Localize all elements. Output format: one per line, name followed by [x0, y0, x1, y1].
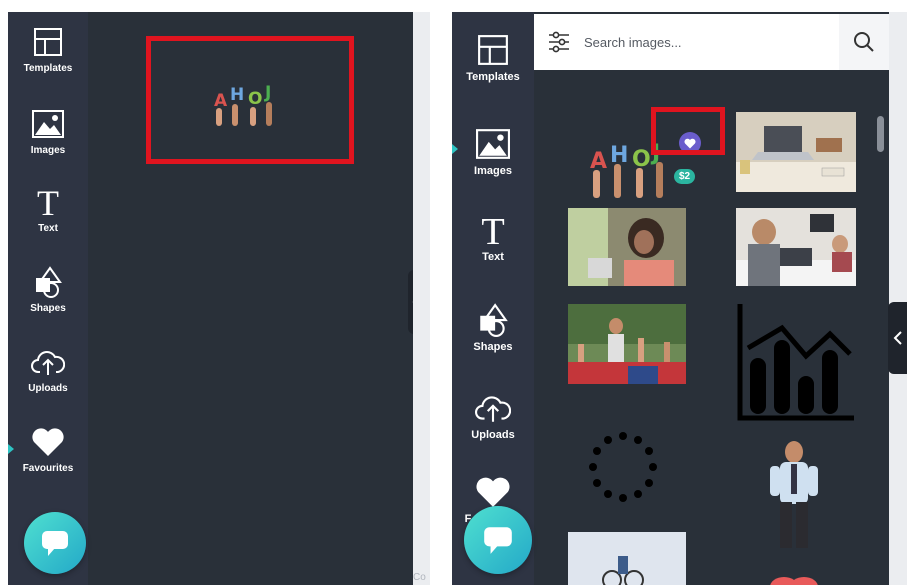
filter-icon[interactable] [534, 14, 584, 70]
image-thumb-businessman[interactable] [766, 438, 822, 554]
rail-item-shapes[interactable]: Shapes [452, 302, 534, 353]
right-sidebar-rail: Templates Images T Text Shapes Uploads F [452, 12, 534, 585]
rail-item-text[interactable]: T Text [452, 212, 534, 263]
image-thumb-dots-circle[interactable] [586, 430, 660, 504]
rail-label-shapes: Shapes [30, 303, 66, 314]
shapes-icon [30, 264, 66, 300]
rail-item-uploads[interactable]: Uploads [8, 344, 88, 394]
rail-label-uploads: Uploads [471, 429, 515, 441]
highlight-box-favourite [651, 107, 725, 155]
heart-icon [30, 424, 66, 460]
image-icon [475, 126, 511, 162]
image-thumb-classroom[interactable] [568, 304, 686, 384]
rail-item-templates[interactable]: Templates [8, 24, 88, 74]
rail-label-images: Images [30, 145, 66, 156]
chat-icon [484, 527, 512, 554]
rail-item-uploads[interactable]: Uploads [452, 390, 534, 441]
text-icon: T [30, 184, 66, 220]
svg-text:T: T [481, 213, 504, 247]
templates-icon [30, 24, 66, 60]
ahoj-letter-h: H [610, 143, 628, 168]
search-icon [854, 32, 874, 52]
rail-label-favourites: Favourites [22, 463, 74, 474]
right-screenshot: Templates Images T Text Shapes Uploads F… [452, 12, 907, 585]
favourites-panel: A H O J [88, 12, 425, 585]
rail-item-images[interactable]: Images [8, 106, 88, 156]
highlight-box-favourite [146, 36, 354, 164]
search-input[interactable] [584, 14, 839, 70]
rail-label-templates: Templates [466, 71, 520, 83]
price-badge: $2 [674, 169, 696, 184]
left-screenshot: Templates Images T Text Shapes Uploads F… [8, 12, 430, 585]
chat-button[interactable] [464, 506, 532, 574]
image-icon [30, 106, 66, 142]
active-indicator [8, 444, 14, 454]
rail-label-text: Text [38, 223, 58, 234]
chat-icon [42, 531, 68, 556]
image-thumb-heart[interactable] [766, 574, 822, 585]
image-thumb-office[interactable] [736, 208, 856, 286]
canvas-area-edge [413, 12, 430, 585]
chevron-left-icon [893, 331, 902, 345]
rail-item-shapes[interactable]: Shapes [8, 264, 88, 314]
rail-item-text[interactable]: T Text [8, 184, 88, 234]
search-button[interactable] [839, 14, 889, 70]
panel-scrollbar[interactable] [877, 116, 884, 152]
canvas-area-edge [889, 12, 907, 585]
left-sidebar-rail: Templates Images T Text Shapes Uploads F… [8, 12, 88, 585]
rail-label-shapes: Shapes [473, 341, 513, 353]
upload-icon [30, 344, 66, 380]
rail-label-uploads: Uploads [28, 383, 68, 394]
image-thumb-bar-chart[interactable] [734, 300, 860, 422]
rail-item-images[interactable]: Images [452, 126, 534, 177]
rail-label-text: Text [482, 251, 504, 263]
ahoj-letter-o: O [632, 147, 651, 172]
shapes-icon [475, 302, 511, 338]
heart-icon [475, 474, 511, 510]
rail-item-templates[interactable]: Templates [452, 32, 534, 83]
text-icon: T [475, 212, 511, 248]
chat-button[interactable] [24, 512, 86, 574]
image-thumb-desk[interactable] [736, 112, 856, 192]
stage: Templates Images T Text Shapes Uploads F… [0, 0, 907, 585]
upload-icon [475, 390, 511, 426]
image-search-bar [534, 14, 889, 70]
collapse-panel-button[interactable] [888, 302, 907, 374]
image-thumb-cyclists[interactable] [568, 532, 686, 585]
image-thumb-student[interactable] [568, 208, 686, 286]
canvas-edge-label: Co [413, 572, 426, 583]
active-indicator [452, 144, 458, 154]
images-panel: A H O J $2 [534, 70, 889, 585]
rail-label-templates: Templates [23, 63, 73, 74]
rail-item-favourites[interactable]: Favourites [8, 424, 88, 474]
svg-text:T: T [37, 186, 59, 218]
rail-label-images: Images [474, 165, 512, 177]
templates-icon [475, 32, 511, 68]
ahoj-letter-a: A [590, 149, 607, 174]
